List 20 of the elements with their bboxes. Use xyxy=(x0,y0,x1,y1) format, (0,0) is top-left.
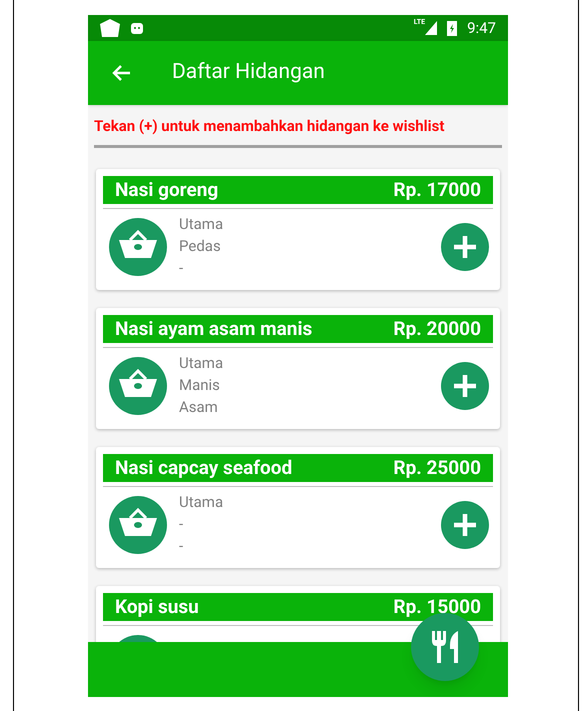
clock: 9:47 xyxy=(467,18,496,39)
dish-detail: Manis xyxy=(179,375,221,396)
dish-detail: Asam xyxy=(179,397,219,418)
dish-detail: Utama xyxy=(179,214,224,235)
screen-title: Daftar Hidangan xyxy=(172,59,325,86)
dish-price: Rp. 25000 xyxy=(393,454,481,481)
dish-name: Nasi goreng xyxy=(115,176,218,203)
dish-detail: Utama xyxy=(179,492,224,513)
dish-name: Nasi capcay seafood xyxy=(115,454,292,481)
hint-text: Tekan (+) untuk menambahkan hidangan ke wishlist xyxy=(94,117,444,135)
dish-price: Rp. 17000 xyxy=(393,176,481,203)
dish-name: Nasi ayam asam manis xyxy=(115,316,312,342)
dish-detail: - xyxy=(179,258,184,279)
dish-detail: Pedas xyxy=(179,236,222,257)
dish-detail: Utama xyxy=(179,353,224,374)
dish-price: Rp. 15000 xyxy=(393,594,481,620)
dish-price: Rp. 20000 xyxy=(393,316,481,342)
dish-detail: - xyxy=(179,536,184,557)
dish-name: Kopi susu xyxy=(115,594,199,620)
dish-detail: - xyxy=(179,514,184,535)
